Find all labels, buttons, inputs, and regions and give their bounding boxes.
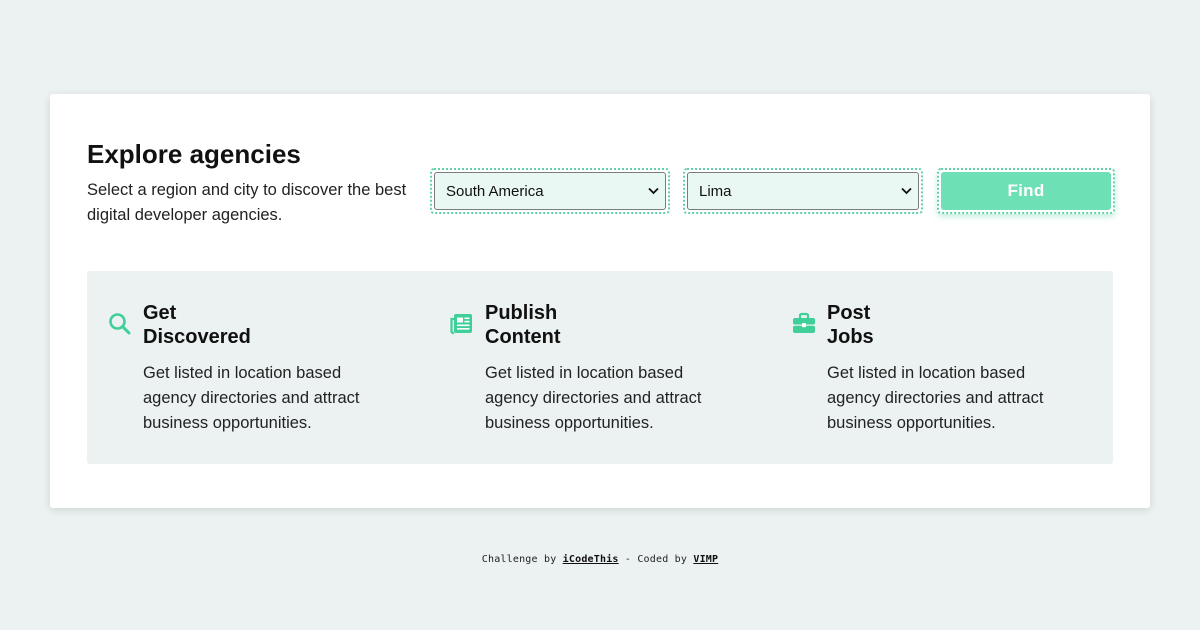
region-select-value: South America	[446, 182, 544, 200]
city-select-value: Lima	[699, 182, 732, 200]
region-select-box: South America	[434, 172, 666, 210]
feature-title: Post Jobs	[827, 301, 1027, 349]
find-button-label: Find	[941, 172, 1111, 210]
feature-title-line: Publish	[485, 302, 558, 324]
feature-title-line: Content	[485, 326, 561, 348]
intro-block: Explore agencies Select a region and cit…	[87, 138, 407, 228]
feature-title-line: Post	[827, 302, 871, 324]
chevron-down-icon	[900, 185, 912, 197]
agencies-card: Explore agencies Select a region and cit…	[50, 94, 1150, 508]
feature-description: Get listed in location based agency dire…	[485, 364, 702, 432]
feature-title-line: Get	[143, 302, 177, 324]
city-select[interactable]: Lima	[683, 168, 923, 214]
footer-prefix: Challenge by	[481, 554, 557, 565]
feature-description: Get listed in location based agency dire…	[143, 364, 360, 432]
region-select[interactable]: South America	[430, 168, 670, 214]
feature-title-line: Jobs	[827, 326, 874, 348]
features-panel: Get Discovered Get listed in location ba…	[87, 271, 1113, 464]
footer-middle: - Coded by	[624, 554, 688, 565]
search-icon	[107, 311, 133, 337]
feature-title: Get Discovered	[143, 301, 343, 349]
feature-description: Get listed in location based agency dire…	[827, 364, 1044, 432]
feature-title-line: Discovered	[143, 326, 251, 348]
newspaper-icon	[449, 311, 475, 337]
footer-credits: Challenge by iCodeThis - Coded by VIMP	[0, 554, 1200, 565]
find-button[interactable]: Find	[937, 168, 1115, 214]
page-title: Explore agencies	[87, 139, 301, 169]
briefcase-icon	[791, 311, 817, 337]
page-subtitle: Select a region and city to discover the…	[87, 181, 407, 224]
chevron-down-icon	[647, 185, 659, 197]
feature-title: Publish Content	[485, 301, 685, 349]
vimp-link[interactable]: VIMP	[693, 554, 718, 565]
city-select-box: Lima	[687, 172, 919, 210]
icodethis-link[interactable]: iCodeThis	[563, 554, 619, 565]
